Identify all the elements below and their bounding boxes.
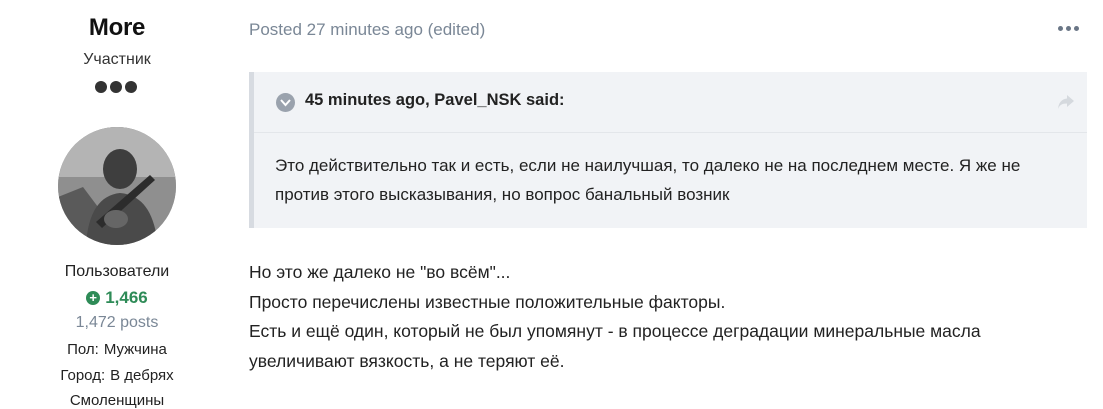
post-line: Но это же далеко не "во всём"... xyxy=(249,262,511,282)
post-line: Есть и ещё один, который не был упомянут… xyxy=(249,321,981,371)
profile-field-city-continued: Смоленщины xyxy=(0,392,234,409)
field-value: В дебрях xyxy=(110,367,174,384)
quote-block: 45 minutes ago, Pavel_NSK said: Это дейс… xyxy=(249,72,1087,228)
profile-field-gender: Пол: Мужчина xyxy=(0,341,234,358)
field-label: Пол: xyxy=(67,341,99,358)
avatar[interactable] xyxy=(58,127,176,245)
rank-dots-icon xyxy=(95,81,141,93)
plus-circle-icon: + xyxy=(86,291,101,305)
post-count[interactable]: 1,472 posts xyxy=(0,314,234,332)
post-meta[interactable]: Posted 27 minutes ago (edited) xyxy=(249,20,485,40)
reputation-value: 1,466 xyxy=(105,288,148,307)
share-arrow-icon[interactable] xyxy=(1057,94,1075,110)
author-name[interactable]: More xyxy=(0,14,234,42)
field-value: Мужчина xyxy=(103,341,167,358)
quote-text: Это действительно так и есть, если не на… xyxy=(275,156,1021,204)
ellipsis-icon[interactable] xyxy=(1058,26,1082,34)
field-value: Смоленщины xyxy=(69,392,165,409)
quote-citation[interactable]: 45 minutes ago, Pavel_NSK said: xyxy=(305,91,565,110)
quote-header: 45 minutes ago, Pavel_NSK said: xyxy=(254,72,1087,133)
author-role: Участник xyxy=(83,51,151,68)
field-label: Город: xyxy=(60,367,106,384)
profile-field-city: Город: В дебрях xyxy=(0,367,234,384)
reputation-badge: + 1,466 xyxy=(0,288,234,308)
post-content: Но это же далеко не "во всём"... Просто … xyxy=(249,258,1089,376)
author-group: Пользователи xyxy=(64,263,170,280)
post-line: Просто перечислены известные положительн… xyxy=(249,291,726,312)
chevron-circle-icon[interactable] xyxy=(276,93,295,112)
